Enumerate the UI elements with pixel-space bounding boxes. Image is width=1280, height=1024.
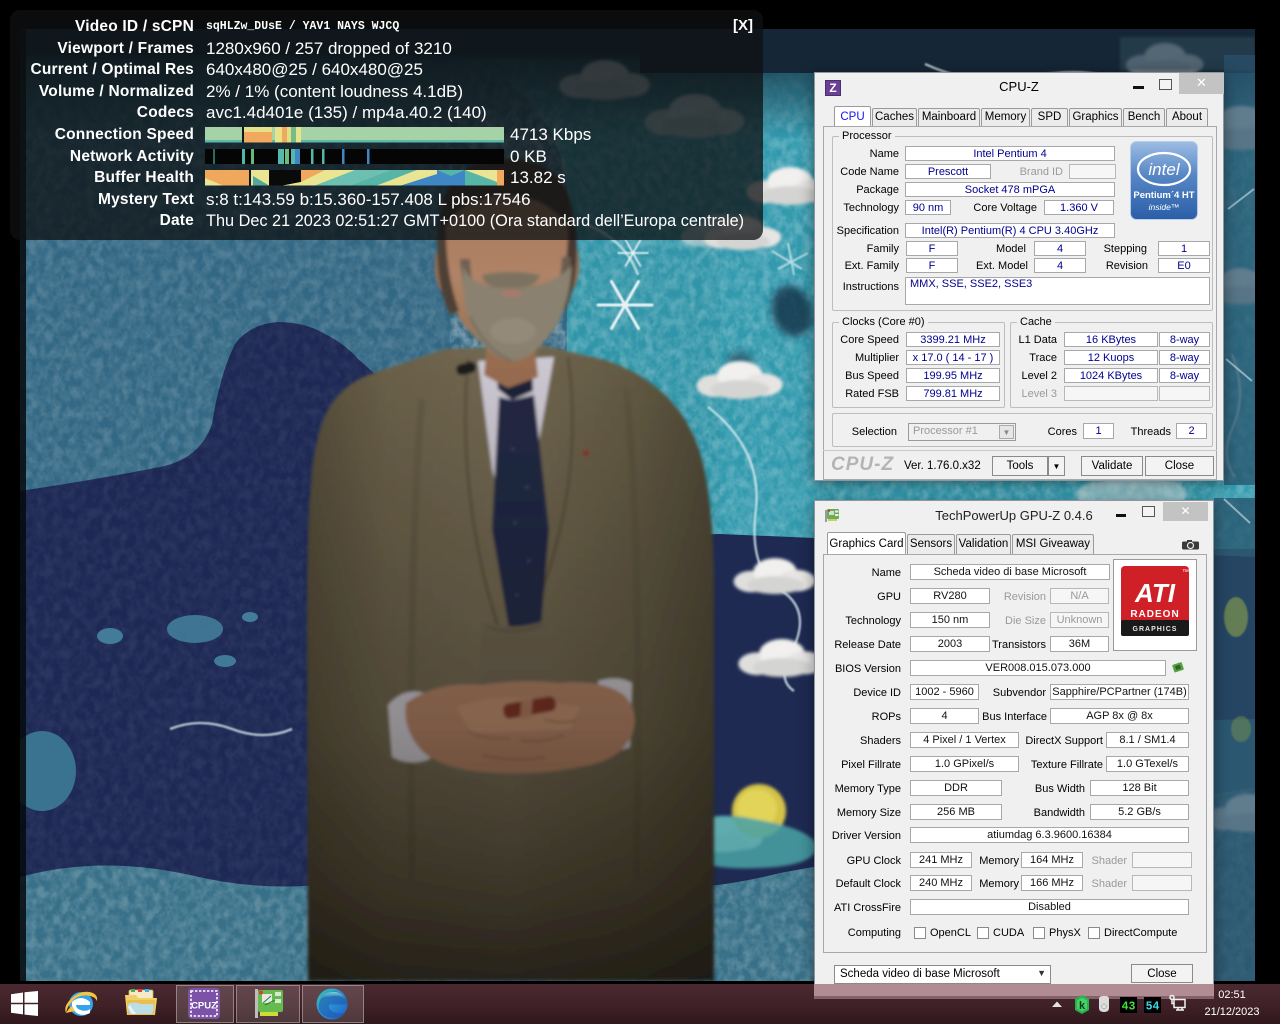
svg-text:RADEON: RADEON [1130, 609, 1179, 620]
svg-text:ATI: ATI [1134, 578, 1176, 608]
svg-text:GRAPHICS: GRAPHICS [1133, 626, 1178, 633]
svg-text:54: 54 [1146, 1001, 1160, 1014]
svg-text:inside™: inside™ [1149, 202, 1180, 212]
svg-text:intel: intel [1148, 160, 1180, 179]
svg-text:43: 43 [1122, 1001, 1136, 1014]
svg-text:™: ™ [1182, 569, 1189, 576]
svg-text:Pentium´4 HT: Pentium´4 HT [1133, 190, 1194, 201]
svg-text:k: k [1079, 1000, 1086, 1012]
svg-text:CPUZ: CPUZ [191, 1001, 217, 1012]
